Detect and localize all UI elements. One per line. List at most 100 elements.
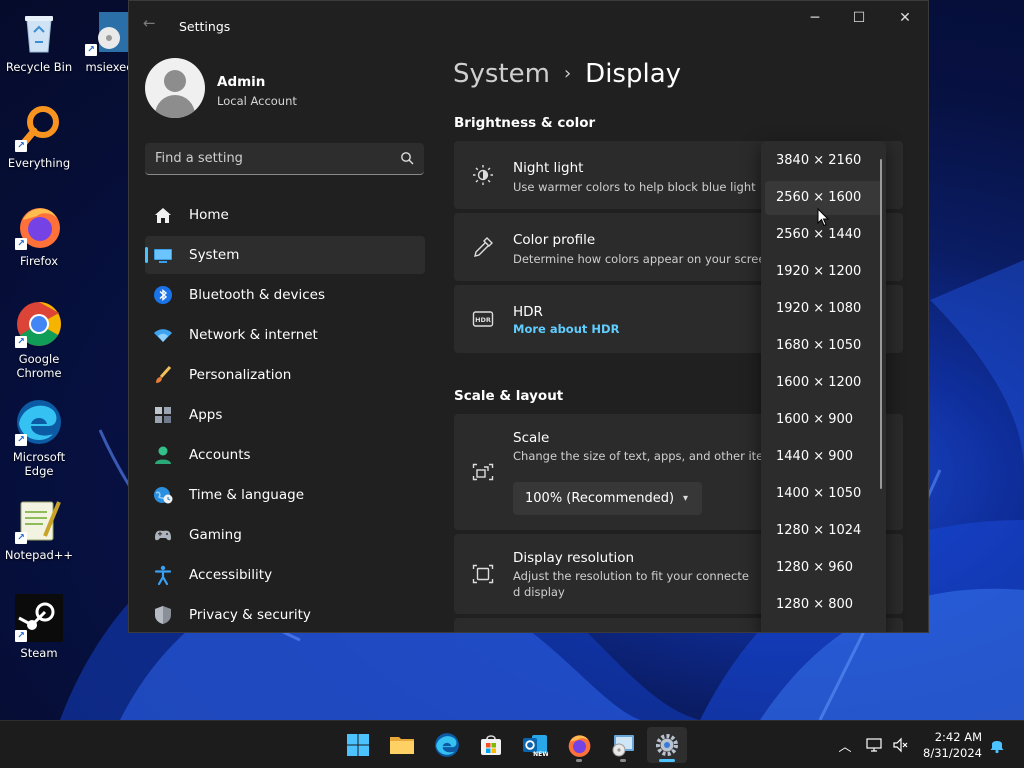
desktop-icon-everything[interactable]: ↗ Everything (1, 104, 77, 170)
taskbar-settings[interactable] (647, 727, 687, 763)
sidebar-item-label: Accounts (189, 447, 251, 463)
system-icon (153, 245, 173, 265)
sidebar-item-privacy[interactable]: Privacy & security (145, 596, 425, 632)
shortcut-arrow-icon: ↗ (15, 630, 27, 642)
sidebar-item-gaming[interactable]: Gaming (145, 516, 425, 554)
eyedropper-icon (474, 237, 493, 257)
taskbar: NEW ︿ 2:42 AM 8/31/2024 (0, 720, 1024, 768)
hdr-icon: HDR (472, 311, 494, 327)
chevron-down-icon: ▾ (682, 493, 688, 504)
desktop-icon-steam[interactable]: ↗ Steam (1, 594, 77, 660)
maximize-button[interactable]: ☐ (839, 7, 879, 29)
network-icon[interactable] (866, 736, 884, 754)
search-input[interactable] (145, 143, 385, 174)
file-explorer-icon (390, 737, 414, 754)
taskbar-edge[interactable] (427, 727, 467, 763)
sidebar-item-time-language[interactable]: Time & language (145, 476, 425, 514)
shield-icon (153, 605, 173, 625)
sidebar-item-system[interactable]: System (145, 236, 425, 274)
resolution-option[interactable]: 3840 × 2160 (765, 144, 882, 178)
sidebar-item-accessibility[interactable]: Accessibility (145, 556, 425, 594)
recycle-bin-icon (15, 8, 63, 56)
back-arrow-icon[interactable]: ← (143, 14, 156, 32)
resolution-option[interactable]: 1440 × 900 (765, 440, 882, 474)
firefox-icon (568, 735, 591, 757)
shortcut-arrow-icon: ↗ (15, 532, 27, 544)
taskbar-file-explorer[interactable] (382, 727, 422, 763)
search-box[interactable] (145, 143, 424, 175)
globe-icon (153, 485, 173, 505)
sidebar-item-bluetooth[interactable]: Bluetooth & devices (145, 276, 425, 314)
store-icon (481, 735, 501, 755)
sidebar-item-accounts[interactable]: Accounts (145, 436, 425, 474)
desktop-icon-firefox[interactable]: ↗ Firefox (1, 202, 77, 268)
resolution-option[interactable]: 1280 × 960 (765, 551, 882, 585)
settings-window: ← Settings ─ ☐ ✕ Admin Local Account Hom… (128, 0, 929, 633)
sidebar-item-label: Privacy & security (189, 607, 311, 623)
sidebar-item-label: Network & internet (189, 327, 318, 343)
shortcut-arrow-icon: ↗ (15, 140, 27, 152)
chevron-up-icon[interactable]: ︿ (836, 736, 854, 755)
scale-dropdown-value: 100% (Recommended) (525, 491, 675, 506)
desktop-icon-notepadpp[interactable]: ↗ Notepad++ (1, 496, 77, 562)
everything-search-icon: ↗ (15, 104, 63, 152)
shortcut-arrow-icon: ↗ (15, 238, 27, 250)
more-about-hdr-link[interactable]: More about HDR (513, 322, 619, 336)
notification-bell-icon[interactable] (988, 736, 1006, 754)
search-icon[interactable] (400, 151, 414, 165)
section-title-scale-layout: Scale & layout (454, 388, 564, 404)
resolution-option[interactable]: 1680 × 1050 (765, 329, 882, 363)
title-bar: ← Settings ─ ☐ ✕ (129, 1, 928, 41)
apps-icon (153, 405, 173, 425)
sidebar-item-home[interactable]: Home (145, 196, 425, 234)
system-clock[interactable]: 2:42 AM 8/31/2024 (923, 729, 982, 761)
start-button[interactable] (338, 727, 378, 763)
sidebar-item-label: Apps (189, 407, 223, 423)
sidebar-item-label: Bluetooth & devices (189, 287, 326, 303)
minimize-button[interactable]: ─ (795, 7, 835, 29)
shortcut-arrow-icon: ↗ (15, 336, 27, 348)
taskbar-firefox[interactable] (559, 727, 599, 763)
svg-text:HDR: HDR (475, 316, 491, 324)
profile-name: Admin (217, 74, 266, 90)
installer-icon: ↗ (85, 8, 133, 56)
shortcut-arrow-icon: ↗ (15, 434, 27, 446)
steam-icon: ↗ (15, 594, 63, 642)
close-button[interactable]: ✕ (885, 7, 925, 29)
taskbar-store[interactable] (471, 727, 511, 763)
resolution-option[interactable]: 1600 × 1200 (765, 366, 882, 400)
svg-text:NEW: NEW (533, 751, 548, 757)
resolution-option[interactable]: 1280 × 800 (765, 588, 882, 622)
desktop-icon-recycle-bin[interactable]: Recycle Bin (1, 8, 77, 74)
sidebar-item-label: Gaming (189, 527, 242, 543)
volume-muted-icon[interactable] (892, 736, 910, 754)
running-indicator (659, 759, 675, 762)
taskbar-setup[interactable] (603, 727, 643, 763)
breadcrumb-separator-icon: › (563, 63, 572, 84)
desktop-icon-chrome[interactable]: ↗ Google Chrome (1, 300, 77, 380)
scale-dropdown[interactable]: 100% (Recommended) ▾ (513, 482, 702, 515)
breadcrumb: System › Display (453, 59, 681, 89)
resolution-option[interactable]: 1280 × 1024 (765, 514, 882, 548)
resolution-option[interactable]: 1400 × 1050 (765, 477, 882, 511)
dropdown-scrollbar[interactable] (880, 159, 882, 489)
window-title: Settings (179, 19, 231, 34)
resolution-option[interactable]: 1600 × 900 (765, 403, 882, 437)
hdr-title: HDR (513, 304, 543, 320)
sidebar-item-apps[interactable]: Apps (145, 396, 425, 434)
sidebar-item-network[interactable]: Network & internet (145, 316, 425, 354)
sidebar-item-label: Home (189, 207, 229, 223)
setup-icon (612, 735, 634, 757)
gamepad-icon (153, 525, 173, 545)
notepadpp-icon: ↗ (15, 496, 63, 544)
breadcrumb-parent[interactable]: System (453, 59, 550, 89)
resolution-icon (472, 564, 494, 584)
home-icon (153, 205, 173, 225)
resolution-option[interactable]: 1920 × 1080 (765, 292, 882, 326)
running-indicator (576, 759, 582, 762)
taskbar-outlook[interactable]: NEW (515, 727, 555, 763)
sidebar-item-personalization[interactable]: Personalization (145, 356, 425, 394)
resolution-option[interactable]: 1920 × 1200 (765, 255, 882, 289)
desktop-icon-edge[interactable]: ↗ Microsoft Edge (1, 398, 77, 478)
clock-time: 2:42 AM (934, 730, 982, 744)
